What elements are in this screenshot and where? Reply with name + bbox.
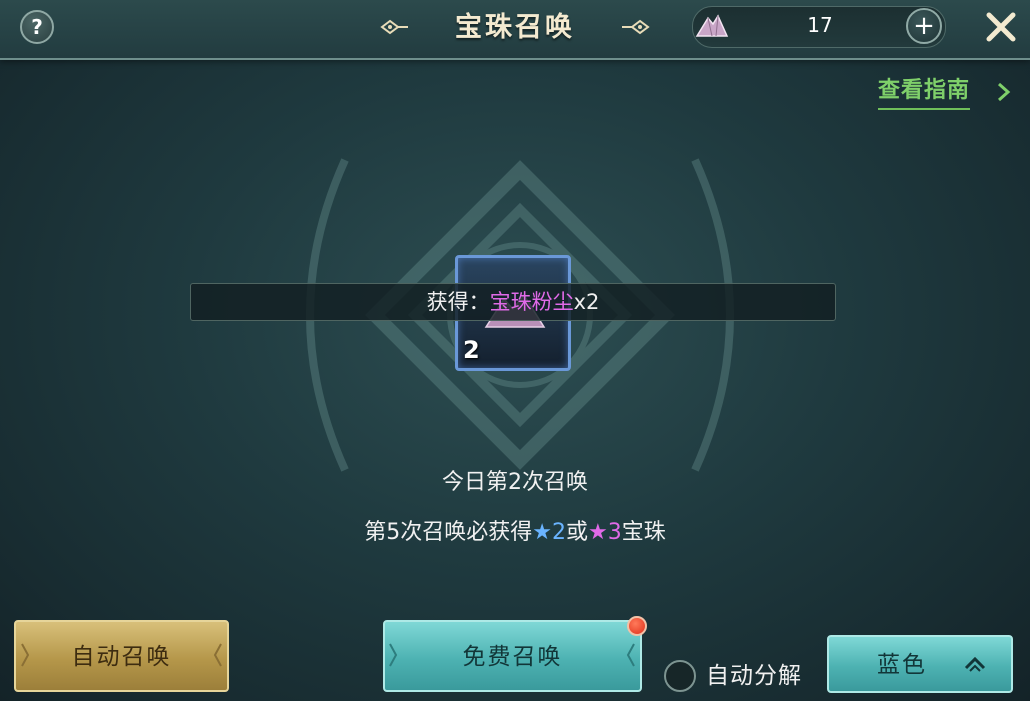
guarantee-suffix: 宝珠 — [621, 520, 666, 545]
auto-decompose-label[interactable]: 自动分解 — [706, 660, 802, 692]
title-ornament-right-icon — [622, 19, 650, 35]
auto-summon-button[interactable]: 自动召唤 — [14, 620, 229, 692]
guarantee-joiner: 或 — [565, 520, 588, 545]
item-count: 2 — [463, 336, 480, 364]
add-currency-button[interactable]: + — [906, 8, 942, 44]
page-title: 宝珠召唤 — [455, 12, 575, 43]
guarantee-text: 第5次召唤必获得★2或★3宝珠 — [0, 514, 1030, 546]
tier-value: 3 — [607, 520, 622, 545]
crystal-dust-icon — [695, 14, 729, 37]
star-icon: ★ — [532, 520, 552, 545]
guarantee-prefix: 第5次召唤必获得 — [364, 520, 533, 545]
chevron-right-icon — [21, 643, 30, 667]
reward-item-name: 宝珠粉尘 — [489, 290, 574, 314]
reward-prefix: 获得： — [426, 290, 490, 314]
title-ornament-left-icon — [380, 19, 408, 35]
help-button[interactable]: ? — [20, 10, 54, 44]
chevron-left-icon — [626, 643, 635, 667]
chevron-up-icon[interactable] — [962, 654, 988, 674]
today-summon-count: 今日第2次召唤 — [442, 470, 588, 495]
close-icon[interactable] — [984, 10, 1018, 44]
currency-value: 17 — [807, 13, 833, 37]
chevron-right-icon — [389, 643, 398, 667]
chevron-right-icon[interactable] — [994, 80, 1014, 104]
tier-value: 2 — [551, 520, 566, 545]
chevron-left-icon — [213, 643, 222, 667]
star-icon: ★ — [588, 520, 608, 545]
auto-decompose-checkbox[interactable] — [664, 660, 696, 692]
notification-dot — [627, 616, 647, 636]
free-summon-button[interactable]: 免费召唤 — [383, 620, 642, 692]
view-guide-link[interactable]: 查看指南 — [878, 76, 971, 110]
reward-banner: 获得：宝珠粉尘x2 — [190, 283, 836, 321]
reward-quantity: x2 — [573, 290, 600, 314]
